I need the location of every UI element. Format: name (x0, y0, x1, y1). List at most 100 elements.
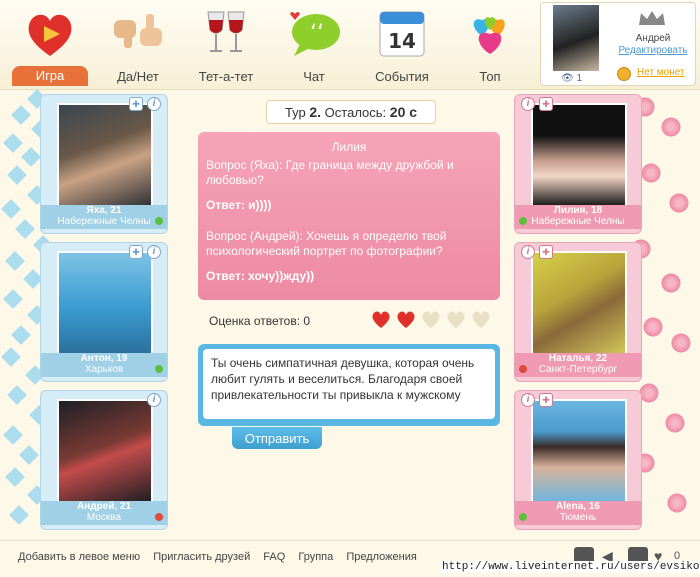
player-caption: Лилия, 18 Набережные Челны (515, 205, 641, 229)
player-photo[interactable] (531, 103, 627, 209)
eye-icon: 👁 (561, 73, 574, 84)
nav-label-yesno: Да/Нет (117, 69, 159, 84)
views-counter: 👁 1 (561, 73, 582, 84)
footer: Добавить в левое меню Пригласить друзей … (0, 540, 700, 577)
info-icon[interactable]: i (147, 393, 161, 407)
player-name: Наталья, 22 (548, 353, 608, 364)
player-caption: Alena, 16 Тюмень (515, 501, 641, 525)
top-bar: Игра Да/Нет Тет-а-тет ‘‘ Чат 14 События … (0, 0, 700, 90)
footer-links: Добавить в левое меню Пригласить друзей … (18, 551, 427, 563)
answer-2: Ответ: хочу))жду)) (206, 269, 315, 283)
gift-icon[interactable]: ✚ (539, 393, 553, 407)
heart-icon[interactable] (420, 308, 442, 330)
gift-icon[interactable]: ✚ (129, 97, 143, 111)
player-photo[interactable] (531, 251, 627, 357)
round-label: Тур (284, 105, 306, 120)
gift-icon[interactable]: ✚ (129, 245, 143, 259)
heart-icon[interactable] (395, 308, 417, 330)
player-photo[interactable] (57, 103, 153, 209)
answer-input[interactable]: Ты очень симпатичная девушка, которая оч… (203, 349, 495, 419)
group-link[interactable]: Группа (298, 551, 333, 563)
online-status-dot (519, 217, 527, 225)
answer-box: Ты очень симпатичная девушка, которая оч… (198, 344, 500, 426)
suggestions-link[interactable]: Предложения (346, 551, 417, 563)
player-city: Тюмень (559, 512, 597, 523)
add-left-menu-link[interactable]: Добавить в левое меню (18, 551, 140, 563)
gift-icon[interactable]: ✚ (539, 97, 553, 111)
player-name: Яха, 21 (86, 205, 122, 216)
profile-name: Андрей (635, 33, 671, 44)
invite-friends-link[interactable]: Пригласить друзей (153, 551, 250, 563)
nav-label-game: Игра (12, 66, 88, 86)
nav-item-chat[interactable]: ‘‘ Чат (270, 4, 358, 86)
player-card-right-3[interactable]: i ✚ Alena, 16 Тюмень (514, 390, 642, 530)
question-box: Лилия Вопрос (Яха): Где граница между др… (198, 132, 500, 300)
svg-text:‘‘: ‘‘ (310, 21, 324, 46)
nav-item-tete-a-tete[interactable]: Тет-а-тет (182, 4, 270, 86)
player-caption: Андрей, 21 Москва (41, 501, 167, 525)
player-card-right-2[interactable]: i ✚ Наталья, 22 Санкт-Петербург (514, 242, 642, 382)
answer-1: Ответ: и)))) (206, 198, 272, 212)
player-name: Антон, 19 (80, 353, 128, 364)
player-city: Набережные Челны (531, 216, 625, 227)
player-city: Москва (86, 512, 122, 523)
faq-link[interactable]: FAQ (263, 551, 285, 563)
question-1: Вопрос (Яха): Где граница между дружбой … (206, 158, 454, 187)
nav-item-game[interactable]: Игра (6, 4, 94, 86)
online-status-dot (155, 365, 163, 373)
player-name: Alena, 16 (556, 501, 600, 512)
user-profile-panel: 👁 1 Андрей Редактировать Нет монет (540, 2, 696, 86)
nav-label-tete-a-tete: Тет-а-тет (198, 69, 254, 84)
nav-item-yesno[interactable]: Да/Нет (94, 4, 182, 86)
nav-item-top[interactable]: Топ (446, 4, 534, 86)
gift-icon[interactable]: ✚ (539, 245, 553, 259)
nav-label-top: Топ (479, 69, 501, 84)
player-card-left-1[interactable]: ✚ i Яха, 21 Набережные Челны (40, 94, 168, 234)
player-card-left-3[interactable]: i Андрей, 21 Москва (40, 390, 168, 530)
online-status-dot (519, 513, 527, 521)
answer-rating-label: Оценка ответов: 0 (209, 314, 311, 328)
player-city: Набережные Челны (57, 216, 151, 227)
info-icon[interactable]: i (147, 97, 161, 111)
player-name: Лилия, 18 (553, 205, 603, 216)
chat-bubble-icon: ‘‘ (290, 12, 340, 56)
rating-hearts[interactable] (370, 308, 494, 330)
round-number: 2. (309, 104, 322, 120)
info-icon[interactable]: i (521, 245, 535, 259)
info-icon[interactable]: i (521, 97, 535, 111)
views-count: 1 (576, 73, 583, 84)
time-remaining-label: Осталось: (324, 105, 387, 120)
top-hearts-icon (473, 17, 505, 54)
heart-icon[interactable] (445, 308, 467, 330)
nav-item-events[interactable]: 14 События (358, 4, 446, 86)
info-icon[interactable]: i (147, 245, 161, 259)
watermark-url: http://www.liveinternet.ru/users/evsikof… (440, 561, 700, 573)
player-city: Санкт-Петербург (538, 364, 618, 375)
player-card-right-1[interactable]: i ✚ Лилия, 18 Набережные Челны (514, 94, 642, 234)
coin-icon (617, 67, 631, 81)
player-city: Харьков (84, 364, 124, 375)
wine-glasses-icon (207, 11, 245, 52)
avatar[interactable] (553, 5, 599, 71)
info-icon[interactable]: i (521, 393, 535, 407)
nav-label-chat: Чат (303, 69, 325, 84)
no-money-link[interactable]: Нет монет (637, 67, 685, 78)
host-name: Лилия (331, 140, 367, 154)
player-caption: Наталья, 22 Санкт-Петербург (515, 353, 641, 377)
online-status-dot (155, 217, 163, 225)
round-indicator: Тур 2. Осталось: 20 с (266, 100, 436, 124)
offline-status-dot (155, 513, 163, 521)
send-button[interactable]: Отправить (232, 427, 322, 449)
player-card-left-2[interactable]: ✚ i Антон, 19 Харьков (40, 242, 168, 382)
player-caption: Яха, 21 Набережные Челны (41, 205, 167, 229)
question-2: Вопрос (Андрей): Хочешь я определю твой … (206, 229, 447, 258)
time-remaining: 20 с (389, 104, 418, 120)
edit-profile-link[interactable]: Редактировать (611, 45, 695, 56)
heart-icon[interactable] (470, 308, 492, 330)
player-photo[interactable] (57, 251, 153, 357)
player-name: Андрей, 21 (76, 501, 132, 512)
heart-icon[interactable] (370, 308, 392, 330)
player-photo[interactable] (57, 399, 153, 505)
player-photo[interactable] (531, 399, 627, 505)
calendar-icon: 14 (379, 11, 425, 57)
